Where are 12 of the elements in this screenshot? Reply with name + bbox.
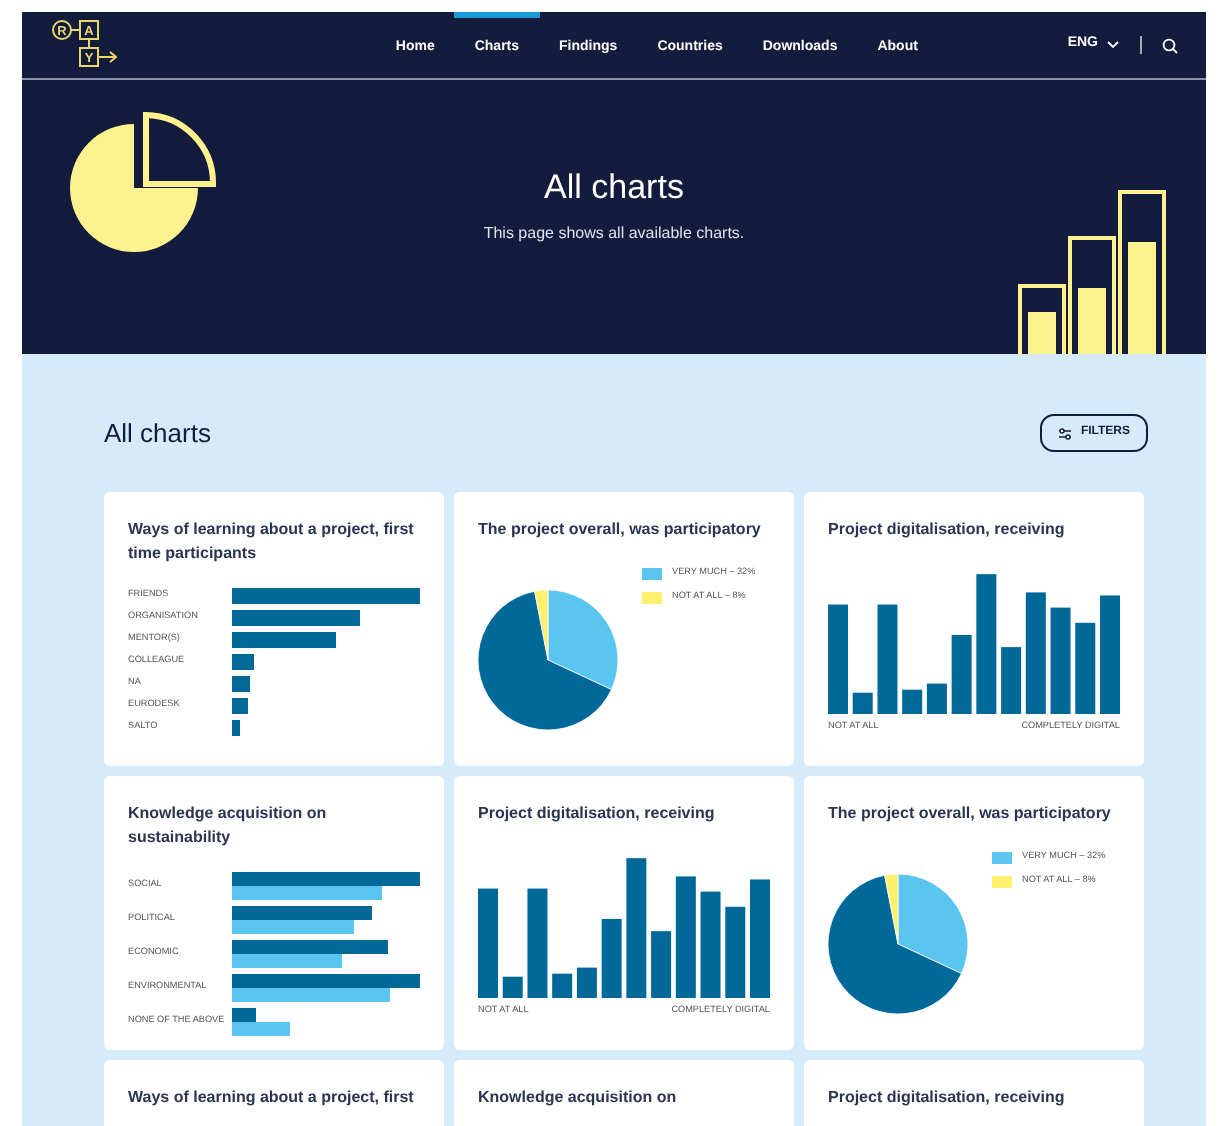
page-subtitle: This page shows all available charts.	[483, 221, 745, 246]
chart-title: Ways of learning about a project, first	[128, 1086, 416, 1110]
chart-title: Knowledge acquisition on sustainability	[128, 802, 329, 851]
chart-title: Knowledge acquisition on	[478, 1086, 679, 1110]
chart-title: The project overall, was participatory	[478, 518, 763, 542]
chart-title: Project digitalisation, receiving	[828, 1086, 1067, 1110]
section-title: All charts	[104, 417, 211, 449]
chart-title: Project digitalisation, receiving	[478, 802, 717, 826]
chart-title: The project overall, was participatory	[828, 802, 1113, 826]
chart-title: Project digitalisation, receiving	[828, 518, 1067, 542]
chart-title: Ways of learning about a project, first time participants	[128, 518, 416, 567]
page-title: All charts	[544, 168, 684, 210]
